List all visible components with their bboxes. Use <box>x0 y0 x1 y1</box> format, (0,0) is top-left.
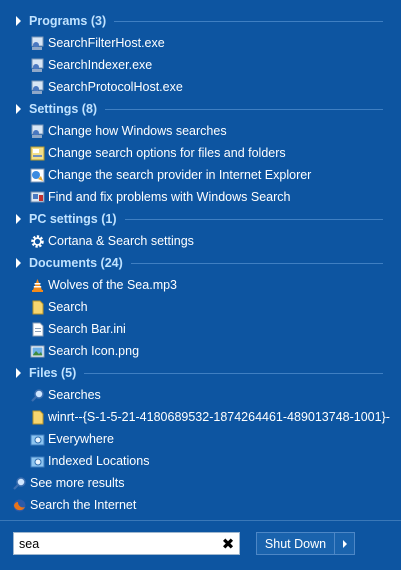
expand-triangle-icon <box>16 104 21 114</box>
search-folder-icon <box>30 432 45 447</box>
document-icon <box>30 322 45 337</box>
result-label: SearchIndexer.exe <box>48 58 153 72</box>
result-label: Find and fix problems with Windows Searc… <box>48 190 291 204</box>
category-divider <box>124 218 383 220</box>
result-item-wolves-of-the-sea[interactable]: Wolves of the Sea.mp3 <box>0 274 401 296</box>
search-folder-icon <box>30 454 45 469</box>
internet-options-icon <box>30 168 45 183</box>
category-label: PC settings (1) <box>29 212 117 226</box>
result-item-search-bar-ini[interactable]: Search Bar.ini <box>0 318 401 340</box>
search-results-list: Programs (3) SearchFilterHost.exe Search… <box>0 10 401 516</box>
category-label: Programs (3) <box>29 14 107 28</box>
category-header-programs[interactable]: Programs (3) <box>0 10 401 32</box>
category-header-documents[interactable]: Documents (24) <box>0 252 401 274</box>
category-label: Documents (24) <box>29 256 123 270</box>
clear-search-icon[interactable]: ✖ <box>219 534 237 554</box>
category-label: Files (5) <box>29 366 77 380</box>
result-label: Indexed Locations <box>48 454 150 468</box>
search-the-internet-link[interactable]: Search the Internet <box>0 494 401 516</box>
category-header-pc-settings[interactable]: PC settings (1) <box>0 208 401 230</box>
search-box[interactable]: ✖ <box>13 532 240 555</box>
result-label: Cortana & Search settings <box>48 234 194 248</box>
program-exe-icon <box>30 36 45 51</box>
result-item-find-and-fix-search[interactable]: Find and fix problems with Windows Searc… <box>0 186 401 208</box>
magnifier-icon <box>12 476 27 491</box>
result-item-searchprotocolhost[interactable]: SearchProtocolHost.exe <box>0 76 401 98</box>
image-file-icon <box>30 344 45 359</box>
result-label: SearchFilterHost.exe <box>48 36 165 50</box>
result-item-change-how-windows-searches[interactable]: Change how Windows searches <box>0 120 401 142</box>
chevron-right-icon <box>342 539 347 548</box>
result-label: Change how Windows searches <box>48 124 227 138</box>
bottom-divider <box>0 520 401 521</box>
expand-triangle-icon <box>16 16 21 26</box>
result-item-winrt[interactable]: winrt--{S-1-5-21-4180689532-1874264461-4… <box>0 406 401 428</box>
result-item-searches[interactable]: Searches <box>0 384 401 406</box>
result-label: Searches <box>48 388 101 402</box>
result-item-search-icon-png[interactable]: Search Icon.png <box>0 340 401 362</box>
gear-icon <box>30 234 45 249</box>
link-label: Search the Internet <box>30 498 137 512</box>
document-icon <box>30 300 45 315</box>
result-label: Search Icon.png <box>48 344 140 358</box>
result-label: Wolves of the Sea.mp3 <box>48 278 178 292</box>
search-input[interactable] <box>14 532 219 555</box>
vlc-cone-icon <box>30 278 45 293</box>
expand-triangle-icon <box>16 258 21 268</box>
result-label: SearchProtocolHost.exe <box>48 80 183 94</box>
result-item-everywhere[interactable]: Everywhere <box>0 428 401 450</box>
shutdown-button[interactable]: Shut Down <box>257 533 335 554</box>
category-label: Settings (8) <box>29 102 98 116</box>
link-label: See more results <box>30 476 125 490</box>
result-item-change-search-options[interactable]: Change search options for files and fold… <box>0 142 401 164</box>
category-header-settings[interactable]: Settings (8) <box>0 98 401 120</box>
document-icon <box>30 410 45 425</box>
category-header-files[interactable]: Files (5) <box>0 362 401 384</box>
search-settings-icon <box>30 124 45 139</box>
result-item-search[interactable]: Search <box>0 296 401 318</box>
program-exe-icon <box>30 58 45 73</box>
shutdown-control: Shut Down <box>256 532 355 555</box>
troubleshoot-icon <box>30 190 45 205</box>
category-divider <box>105 108 383 110</box>
magnifier-icon <box>30 388 45 403</box>
result-label: Everywhere <box>48 432 114 446</box>
folder-options-icon <box>30 146 45 161</box>
result-item-cortana-search-settings[interactable]: Cortana & Search settings <box>0 230 401 252</box>
category-divider <box>114 20 383 22</box>
category-divider <box>84 372 383 374</box>
start-menu-search-panel: Programs (3) SearchFilterHost.exe Search… <box>0 0 401 570</box>
expand-triangle-icon <box>16 214 21 224</box>
category-divider <box>130 262 383 264</box>
result-label: Change the search provider in Internet E… <box>48 168 312 182</box>
result-label: Change search options for files and fold… <box>48 146 286 160</box>
result-item-change-search-provider[interactable]: Change the search provider in Internet E… <box>0 164 401 186</box>
result-item-indexed-locations[interactable]: Indexed Locations <box>0 450 401 472</box>
result-item-searchfilterhost[interactable]: SearchFilterHost.exe <box>0 32 401 54</box>
firefox-icon <box>12 498 27 513</box>
program-exe-icon <box>30 80 45 95</box>
expand-triangle-icon <box>16 368 21 378</box>
result-label: Search Bar.ini <box>48 322 126 336</box>
result-item-searchindexer[interactable]: SearchIndexer.exe <box>0 54 401 76</box>
result-label: Search <box>48 300 88 314</box>
result-label: winrt--{S-1-5-21-4180689532-1874264461-4… <box>48 410 390 424</box>
see-more-results-link[interactable]: See more results <box>0 472 401 494</box>
shutdown-options-button[interactable] <box>335 533 354 554</box>
